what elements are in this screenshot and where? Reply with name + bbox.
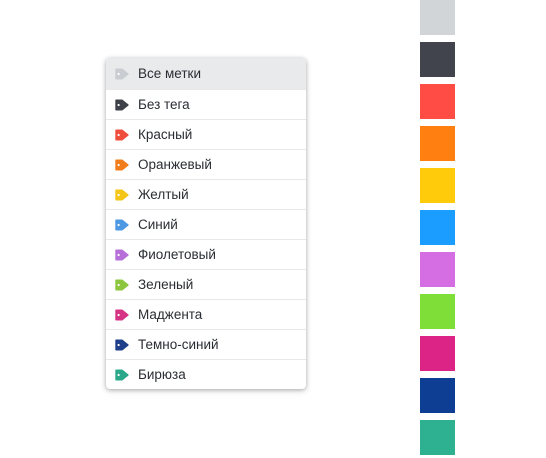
color-swatch-red[interactable]	[420, 84, 455, 119]
tag-icon	[115, 339, 129, 351]
tag-filter-menu: Все метки Без тега Красный Оранжевый Желтый С…	[106, 58, 306, 389]
tag-icon	[115, 159, 129, 171]
tag-menu-item-label: Маджента	[138, 307, 203, 322]
tag-icon	[115, 219, 129, 231]
tag-menu-item[interactable]: Все метки	[106, 58, 306, 89]
color-swatch-dark[interactable]	[420, 42, 455, 77]
tag-icon	[115, 189, 129, 201]
color-swatch-green[interactable]	[420, 294, 455, 329]
tag-menu-item-label: Желтый	[138, 187, 189, 202]
tag-menu-item-label: Фиолетовый	[138, 247, 216, 262]
color-swatch-blue[interactable]	[420, 210, 455, 245]
tag-icon	[115, 68, 129, 80]
tag-menu-item[interactable]: Оранжевый	[106, 149, 306, 179]
color-swatch-magenta[interactable]	[420, 336, 455, 371]
tag-menu-item[interactable]: Красный	[106, 119, 306, 149]
tag-icon	[115, 129, 129, 141]
color-swatch-turquoise[interactable]	[420, 420, 455, 455]
tag-menu-item-label: Синий	[138, 217, 178, 232]
color-swatch-gray[interactable]	[420, 0, 455, 35]
color-swatch-violet[interactable]	[420, 252, 455, 287]
tag-menu-item-label: Бирюза	[138, 367, 186, 382]
tag-menu-item-label: Оранжевый	[138, 157, 212, 172]
tag-icon	[115, 249, 129, 261]
tag-menu-item-label: Все метки	[138, 66, 201, 81]
tag-menu-item-label: Без тега	[138, 97, 190, 112]
tag-menu-item[interactable]: Без тега	[106, 89, 306, 119]
color-swatch-yellow[interactable]	[420, 168, 455, 203]
color-swatch-dark-blue[interactable]	[420, 378, 455, 413]
tag-menu-item[interactable]: Темно-синий	[106, 329, 306, 359]
tag-menu-item[interactable]: Фиолетовый	[106, 239, 306, 269]
tag-menu-item[interactable]: Синий	[106, 209, 306, 239]
tag-menu-item-label: Темно-синий	[138, 337, 219, 352]
color-swatch-orange[interactable]	[420, 126, 455, 161]
tag-icon	[115, 99, 129, 111]
tag-menu-item-label: Зеленый	[138, 277, 194, 292]
tag-icon	[115, 309, 129, 321]
tag-menu-item[interactable]: Желтый	[106, 179, 306, 209]
tag-menu-item-label: Красный	[138, 127, 193, 142]
tag-menu-item[interactable]: Маджента	[106, 299, 306, 329]
tag-menu-item[interactable]: Зеленый	[106, 269, 306, 299]
tag-icon	[115, 369, 129, 381]
tag-menu-item[interactable]: Бирюза	[106, 359, 306, 389]
tag-icon	[115, 279, 129, 291]
